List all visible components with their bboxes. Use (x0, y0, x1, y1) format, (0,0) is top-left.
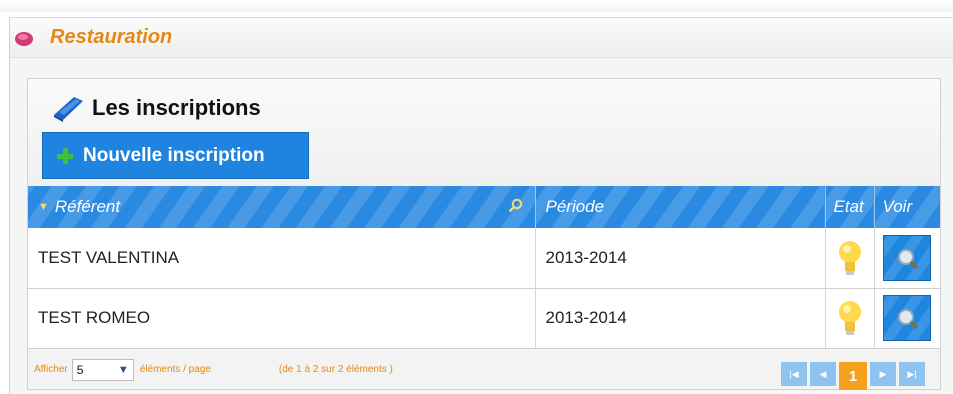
pager: |◀ ◀ 1 ▶ ▶| (778, 358, 925, 390)
next-page-icon[interactable]: ▶ (870, 362, 896, 386)
view-button[interactable] (883, 295, 932, 341)
cell-etat (825, 228, 875, 289)
table-row[interactable]: TEST ROMEO 2013-2014 (28, 288, 940, 349)
filter-search-icon[interactable] (507, 198, 523, 214)
cell-voir (874, 288, 940, 349)
column-header-periode[interactable]: Période (535, 186, 826, 228)
column-label-etat: Etat (833, 197, 864, 216)
cell-etat (825, 288, 875, 349)
current-page[interactable]: 1 (839, 362, 867, 390)
app-title: Restauration (50, 26, 173, 48)
cell-referent: TEST ROMEO (28, 288, 536, 349)
top-strip (0, 0, 953, 12)
magnifier-icon (898, 309, 919, 330)
page-size-select[interactable]: 5 ▼ (71, 358, 134, 381)
column-label-periode: Période (545, 197, 605, 216)
sort-arrow-icon: ▼ (38, 201, 49, 213)
panel-title-text: Les inscriptions (92, 95, 261, 120)
lightbulb-icon (838, 240, 861, 275)
first-page-icon[interactable]: |◀ (781, 362, 807, 386)
inscriptions-table: ▼ Référent Période Etat Voir TEST VALENTI… (28, 186, 940, 349)
table-row[interactable]: TEST VALENTINA 2013-2014 (28, 228, 940, 289)
table-header-row: ▼ Référent Période Etat Voir (28, 186, 940, 228)
column-header-referent[interactable]: ▼ Référent (28, 186, 536, 228)
cell-voir (874, 228, 940, 289)
book-icon (54, 97, 83, 122)
page-size-value: 5 (76, 362, 84, 377)
lightbulb-icon (838, 301, 861, 335)
cell-referent: TEST VALENTINA (28, 228, 536, 289)
table-footer: Afficher 5 ▼ éléments / page (de 1 à 2 s… (28, 350, 940, 390)
panel-header: Les inscriptions Nouvelle inscription (28, 79, 940, 187)
range-info: (de 1 à 2 sur 2 éléments ) (278, 364, 393, 375)
panel-title: Les inscriptions (50, 93, 261, 123)
elements-per-page-label: éléments / page (139, 364, 211, 375)
new-inscription-button[interactable]: Nouvelle inscription (42, 132, 309, 179)
inscriptions-panel: Les inscriptions Nouvelle inscription ▼ R… (27, 78, 941, 390)
plus-icon (57, 147, 73, 164)
cell-periode: 2013-2014 (535, 228, 826, 289)
new-inscription-label: Nouvelle inscription (83, 144, 265, 166)
app-window: Restauration Les inscriptions Nouvelle i… (9, 17, 953, 394)
view-button[interactable] (883, 234, 932, 281)
chevron-down-icon: ▼ (117, 363, 129, 376)
app-icon (15, 31, 33, 46)
column-header-voir[interactable]: Voir (874, 186, 940, 228)
title-bar: Restauration (10, 18, 953, 58)
magnifier-icon (898, 248, 919, 269)
afficher-label: Afficher (34, 364, 68, 375)
last-page-icon[interactable]: ▶| (899, 362, 925, 386)
column-label-voir: Voir (882, 197, 913, 216)
prev-page-icon[interactable]: ◀ (810, 362, 836, 386)
column-label-referent: Référent (54, 197, 121, 216)
cell-periode: 2013-2014 (535, 288, 826, 349)
column-header-etat[interactable]: Etat (825, 186, 875, 228)
